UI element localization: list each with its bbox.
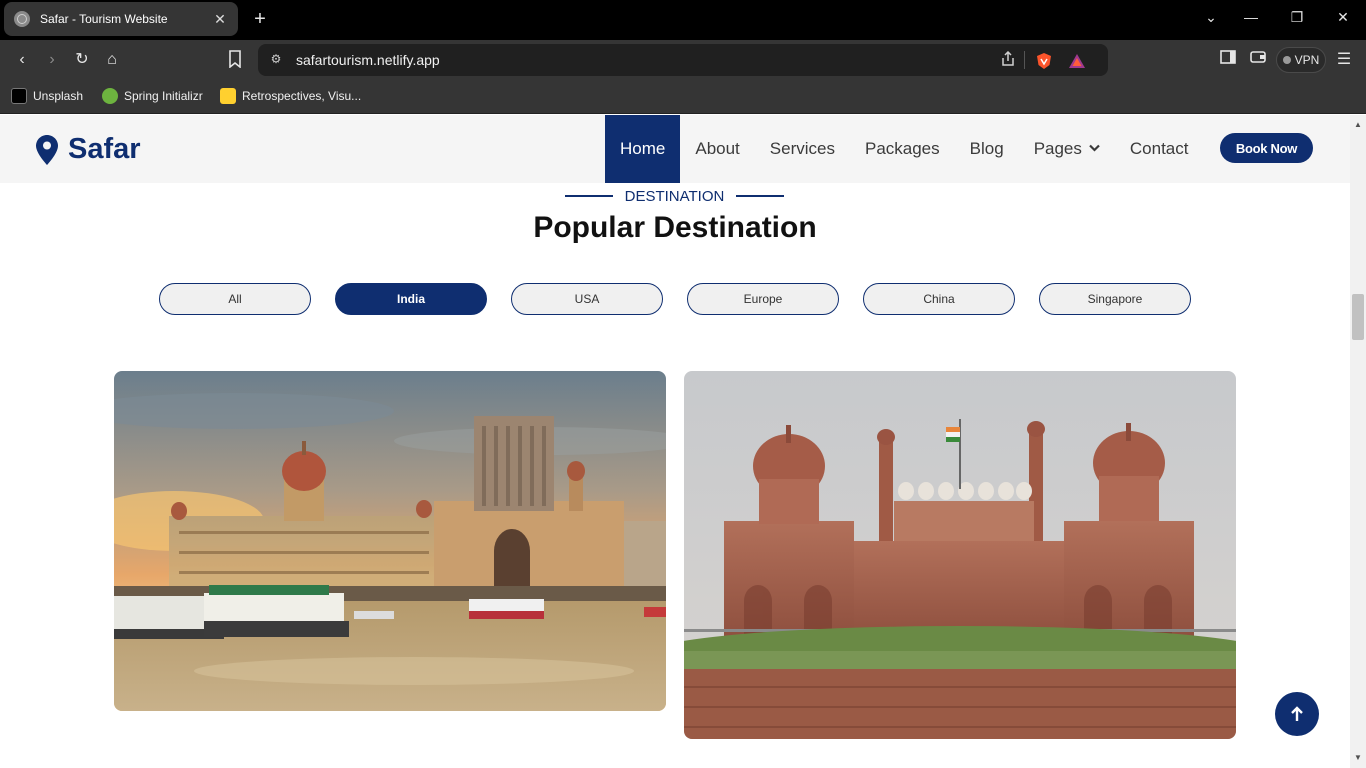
home-icon[interactable]: ⌂	[102, 50, 122, 70]
tab-title: Safar - Tourism Website	[40, 12, 168, 26]
nav-services[interactable]: Services	[755, 115, 850, 183]
browser-tab[interactable]: Safar - Tourism Website ✕	[4, 2, 238, 36]
destination-card-gateway-of-india[interactable]	[114, 371, 666, 711]
scroll-up-icon[interactable]: ▲	[1352, 119, 1364, 131]
sidebar-icon[interactable]	[1218, 50, 1238, 70]
destination-card-red-fort[interactable]	[684, 371, 1236, 739]
minimize-icon[interactable]: —	[1241, 9, 1261, 25]
nav-contact[interactable]: Contact	[1115, 115, 1204, 183]
filter-india[interactable]: India	[335, 283, 487, 315]
main-nav: Home About Services Packages Blog Pages …	[605, 115, 1203, 183]
map-pin-icon	[36, 134, 58, 165]
menu-icon[interactable]: ☰	[1334, 50, 1354, 70]
site-header: Safar Home About Services Packages Blog …	[0, 115, 1350, 183]
vpn-label: VPN	[1294, 53, 1320, 67]
back-to-top-button[interactable]	[1275, 692, 1319, 736]
share-icon[interactable]	[1000, 50, 1016, 72]
nav-about[interactable]: About	[680, 115, 754, 183]
bookmark-label: Retrospectives, Visu...	[242, 89, 362, 103]
chevron-down-icon	[1089, 143, 1100, 155]
back-icon[interactable]: ‹	[12, 50, 32, 70]
destination-filters: All India USA Europe China Singapore	[159, 283, 1191, 315]
bookmark-label: Spring Initializr	[124, 89, 203, 103]
brave-rewards-icon[interactable]	[1068, 52, 1086, 70]
globe-icon	[14, 11, 30, 27]
gateway-of-india-image	[114, 371, 666, 711]
arrow-up-icon	[1291, 706, 1303, 721]
address-bar[interactable]: ⚙ safartourism.netlify.app	[258, 44, 1108, 76]
nav-packages[interactable]: Packages	[850, 115, 955, 183]
reload-icon[interactable]: ↻	[72, 50, 92, 70]
section-kicker: DESTINATION	[565, 187, 784, 205]
page-scrollbar[interactable]	[1350, 115, 1366, 768]
filter-china[interactable]: China	[863, 283, 1015, 315]
scroll-down-icon[interactable]: ▼	[1352, 752, 1364, 764]
close-window-icon[interactable]: ✕	[1333, 9, 1353, 26]
divider	[1024, 51, 1025, 69]
brand-name: Safar	[68, 133, 141, 165]
filter-singapore[interactable]: Singapore	[1039, 283, 1191, 315]
browser-tab-strip: Safar - Tourism Website ✕ + ⌄ — ❐ ✕	[0, 0, 1366, 40]
miro-icon	[220, 88, 236, 104]
divider	[565, 195, 613, 197]
wallet-icon[interactable]	[1248, 50, 1268, 70]
page-viewport: Safar Home About Services Packages Blog …	[0, 115, 1350, 768]
nav-home[interactable]: Home	[605, 115, 681, 183]
divider	[736, 195, 784, 197]
logo[interactable]: Safar	[36, 133, 141, 166]
forward-icon[interactable]: ›	[42, 50, 62, 70]
bookmark-label: Unsplash	[33, 89, 84, 103]
restore-icon[interactable]: ❐	[1287, 9, 1307, 26]
bookmark-retrospectives[interactable]: Retrospectives, Visu...	[220, 88, 361, 104]
bookmarks-bar: Unsplash Spring Initializr Retrospective…	[0, 80, 1366, 114]
scrollbar-thumb[interactable]	[1352, 294, 1364, 340]
filter-europe[interactable]: Europe	[687, 283, 839, 315]
filter-all[interactable]: All	[159, 283, 311, 315]
chevron-down-icon[interactable]: ⌄	[1201, 9, 1221, 26]
close-tab-icon[interactable]: ✕	[212, 11, 228, 28]
bookmark-icon[interactable]	[225, 50, 245, 70]
nav-pages-label: Pages	[1033, 139, 1082, 158]
unsplash-icon	[11, 88, 27, 104]
url-text: safartourism.netlify.app	[296, 52, 440, 68]
section-title: Popular Destination	[533, 211, 817, 244]
site-info-icon[interactable]: ⚙	[268, 52, 284, 68]
red-fort-image	[684, 371, 1236, 739]
bookmark-unsplash[interactable]: Unsplash	[11, 88, 83, 104]
nav-pages[interactable]: Pages	[1019, 115, 1115, 183]
bookmark-spring-initializr[interactable]: Spring Initializr	[102, 88, 203, 104]
book-now-button[interactable]: Book Now	[1220, 133, 1313, 163]
nav-blog[interactable]: Blog	[955, 115, 1019, 183]
new-tab-icon[interactable]: +	[250, 9, 270, 29]
filter-usa[interactable]: USA	[511, 283, 663, 315]
kicker-text: DESTINATION	[624, 187, 725, 205]
brave-shields-icon[interactable]	[1035, 52, 1053, 70]
vpn-button[interactable]: VPN	[1276, 47, 1326, 73]
spring-icon	[102, 88, 118, 104]
vpn-status-icon	[1282, 56, 1291, 64]
